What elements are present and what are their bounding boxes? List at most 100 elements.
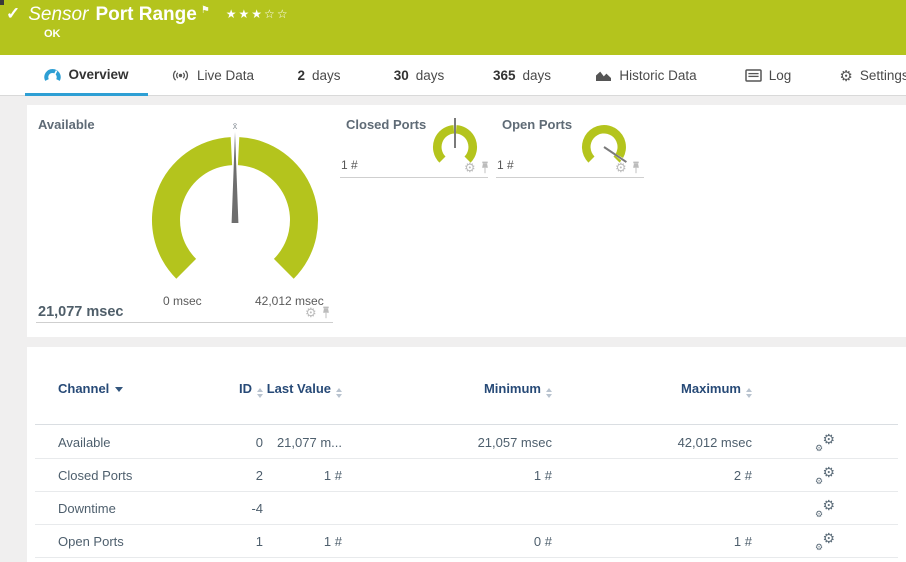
tab-30-days[interactable]: 30 days <box>385 55 453 96</box>
tab-bar: Overview Live Data 2 days 30 days 365 da… <box>0 55 906 96</box>
tab-label: Historic Data <box>619 68 697 83</box>
gauge-card-tools: ⚙ <box>464 161 490 174</box>
col-header-minimum[interactable]: Minimum <box>342 381 552 398</box>
sensor-title: Port Range <box>95 4 197 25</box>
table-row-downtime: Downtime -4 ⚙ ⚙ <box>35 492 898 525</box>
col-header-label: Last Value <box>266 381 331 396</box>
pin-icon[interactable] <box>631 161 641 174</box>
gauge-scale-min: 0 msec <box>163 294 202 308</box>
channel-last-value: 21,077 m... <box>276 434 342 450</box>
col-header-label: Maximum <box>681 381 741 396</box>
channel-name: Available <box>58 434 111 450</box>
channel-id: 2 <box>255 467 263 483</box>
available-current-value: 21,077 msec <box>38 304 124 320</box>
channel-maximum: 2 # <box>733 467 752 483</box>
sensor-header: ✓ Sensor Port Range ⚑ ★★★☆☆ OK <box>0 0 906 55</box>
object-type-label: Sensor <box>28 4 89 25</box>
card-divider <box>340 177 488 178</box>
tab-label: Log <box>768 68 792 83</box>
col-header-last-value[interactable]: Last Value <box>263 381 342 398</box>
gauge-title-open-ports: Open Ports <box>502 117 573 132</box>
sort-caret-icon <box>115 387 124 392</box>
channel-id: 1 <box>255 533 263 549</box>
gear-icon[interactable]: ⚙ <box>615 161 627 174</box>
flag-icon[interactable]: ⚑ <box>201 5 210 16</box>
col-header-label: Channel <box>58 381 110 396</box>
channel-table-panel: Channel ID Last Value Minimum Maximum Av… <box>27 347 906 562</box>
tab-log[interactable]: Log <box>735 55 801 96</box>
col-header-maximum[interactable]: Maximum <box>552 381 752 398</box>
tab-label: days <box>522 68 552 83</box>
overview-gauges-panel: Available x̄ 0 msec 42,012 msec 21,077 m… <box>27 105 906 337</box>
card-divider <box>496 177 644 178</box>
channel-settings-icon[interactable]: ⚙ ⚙ <box>815 497 835 519</box>
tab-label: Live Data <box>196 68 255 83</box>
channel-maximum: 42,012 msec <box>677 434 752 450</box>
col-header-label: Minimum <box>483 381 541 396</box>
tab-label: Settings <box>859 68 906 83</box>
channel-id: -4 <box>251 500 263 516</box>
gauge-arc-left <box>151 137 233 279</box>
gear-icon[interactable]: ⚙ <box>464 161 476 174</box>
channel-minimum: 0 # <box>533 533 552 549</box>
tab-label: days <box>311 68 341 83</box>
col-header-label: ID <box>239 381 252 396</box>
channel-name: Open Ports <box>58 533 124 549</box>
ok-check-icon: ✓ <box>6 4 21 23</box>
channel-maximum: 1 # <box>733 533 752 549</box>
channel-table-body: Available 0 21,077 m... 21,057 msec 42,0… <box>35 426 898 558</box>
tab-overview[interactable]: Overview <box>25 55 148 96</box>
tab-number: 30 <box>393 68 409 83</box>
tab-settings[interactable]: ⚙ Settings <box>838 55 906 96</box>
available-gauge-chart[interactable]: x̄ <box>135 120 335 300</box>
channel-name: Closed Ports <box>58 467 133 483</box>
gauge-title-closed-ports: Closed Ports <box>346 117 427 132</box>
channel-last-value: 1 # <box>323 533 342 549</box>
card-divider <box>36 322 333 323</box>
gauge-arc-right <box>237 137 319 279</box>
live-data-icon <box>172 70 188 81</box>
col-header-id[interactable]: ID <box>233 381 263 398</box>
col-header-channel[interactable]: Channel <box>58 381 233 396</box>
tab-historic-data[interactable]: Historic Data <box>594 55 698 96</box>
tab-2-days[interactable]: 2 days <box>285 55 353 96</box>
channel-settings-icon[interactable]: ⚙ ⚙ <box>815 431 835 453</box>
channel-settings-icon[interactable]: ⚙ ⚙ <box>815 464 835 486</box>
channel-id: 0 <box>255 434 263 450</box>
gear-icon: ⚙ <box>839 67 853 85</box>
log-icon <box>744 69 762 82</box>
table-row-closed-ports: Closed Ports 2 1 # 1 # 2 # ⚙ ⚙ <box>35 459 898 492</box>
gauge-arc-right <box>455 125 478 163</box>
gauge-title-available: Available <box>38 117 95 132</box>
tab-label: Overview <box>68 66 129 82</box>
gauge-icon <box>44 68 62 81</box>
tab-live-data[interactable]: Live Data <box>165 55 260 96</box>
screen-corner-artifact <box>0 0 4 5</box>
channel-minimum: 1 # <box>533 467 552 483</box>
channel-minimum: 21,057 msec <box>477 434 552 450</box>
tab-number: 2 <box>297 68 305 83</box>
status-badge: OK <box>44 28 61 40</box>
tab-number: 365 <box>492 68 516 83</box>
tab-365-days[interactable]: 365 days <box>483 55 561 96</box>
closed-ports-current-value: 1 # <box>341 158 358 172</box>
area-chart-icon <box>596 71 612 81</box>
sort-icon <box>746 388 752 398</box>
priority-stars[interactable]: ★★★☆☆ <box>226 7 290 21</box>
channel-name: Downtime <box>58 500 116 516</box>
gauge-needle <box>231 132 239 223</box>
gear-icon[interactable]: ⚙ <box>305 306 317 319</box>
tab-label: days <box>415 68 445 83</box>
average-marker: x̄ <box>233 121 238 131</box>
pin-icon[interactable] <box>321 306 331 319</box>
channel-last-value: 1 # <box>323 467 342 483</box>
open-ports-current-value: 1 # <box>497 158 514 172</box>
table-row-available: Available 0 21,077 m... 21,057 msec 42,0… <box>35 426 898 459</box>
gauge-card-tools: ⚙ <box>615 161 641 174</box>
pin-icon[interactable] <box>480 161 490 174</box>
gauge-card-tools: ⚙ <box>305 306 331 319</box>
channel-settings-icon[interactable]: ⚙ ⚙ <box>815 530 835 552</box>
table-row-open-ports: Open Ports 1 1 # 0 # 1 # ⚙ ⚙ <box>35 525 898 558</box>
gauge-arc-left <box>432 125 455 163</box>
channel-table-header: Channel ID Last Value Minimum Maximum <box>35 381 898 425</box>
